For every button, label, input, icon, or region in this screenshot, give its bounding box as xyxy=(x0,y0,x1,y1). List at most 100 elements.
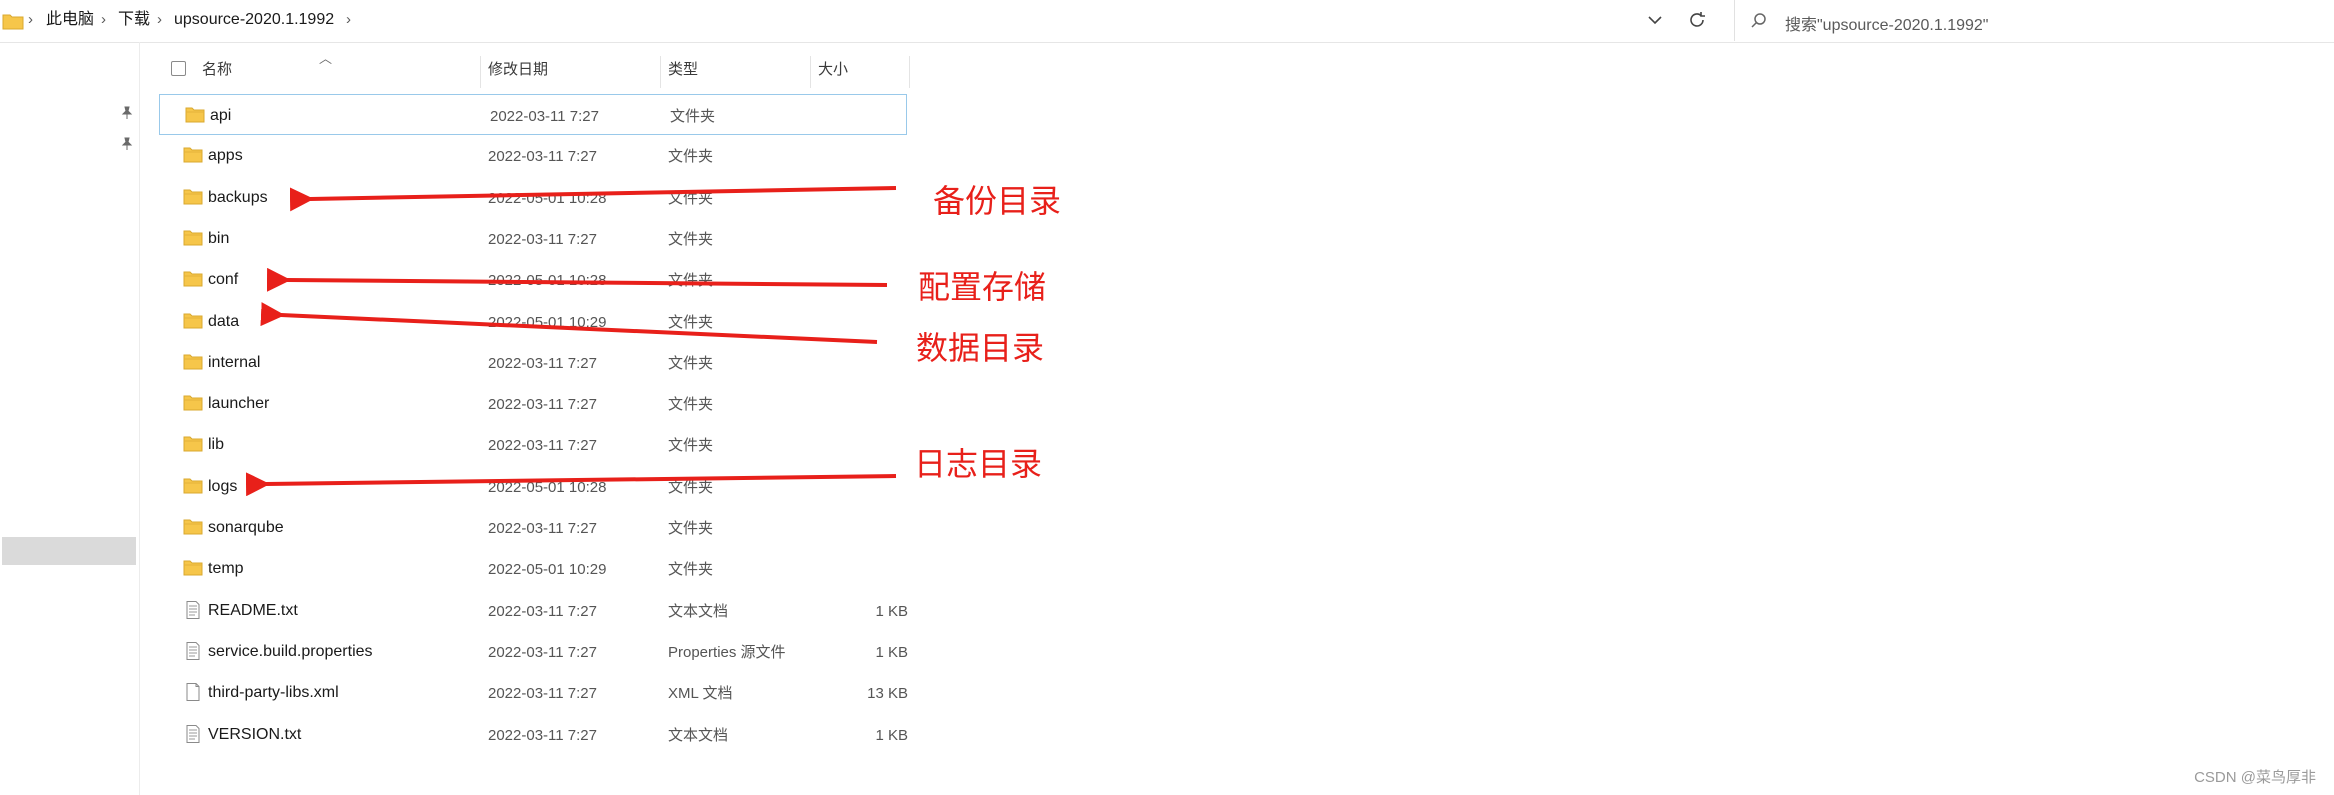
file-name[interactable]: sonarqube xyxy=(208,518,284,538)
folder-icon xyxy=(185,106,205,124)
folder-icon xyxy=(183,312,203,330)
file-modified-date: 2022-03-11 7:27 xyxy=(488,603,597,620)
file-name[interactable]: api xyxy=(210,106,231,126)
column-header-name[interactable]: 名称 xyxy=(202,50,232,90)
folder-icon xyxy=(183,435,203,453)
file-name[interactable]: apps xyxy=(208,146,243,166)
file-type: 文件夹 xyxy=(668,190,714,207)
breadcrumb-chevron-icon[interactable]: › xyxy=(28,11,33,29)
search-input[interactable]: 搜索"upsource-2020.1.1992" xyxy=(1734,0,2334,41)
column-divider[interactable] xyxy=(810,56,811,88)
annotation-label-backups: 备份目录 xyxy=(933,182,1062,220)
folder-icon xyxy=(183,146,203,164)
folder-icon xyxy=(183,188,203,206)
file-row-data[interactable]: data 2022-05-01 10:29 文件夹 xyxy=(158,301,910,342)
file-type: 文件夹 xyxy=(668,520,714,537)
file-modified-date: 2022-03-11 7:27 xyxy=(488,355,597,372)
file-row-conf[interactable]: conf 2022-05-01 10:28 文件夹 xyxy=(158,259,910,300)
column-divider[interactable] xyxy=(660,56,661,88)
file-modified-date: 2022-03-11 7:27 xyxy=(488,644,597,661)
file-modified-date: 2022-03-11 7:27 xyxy=(488,520,597,537)
file-name[interactable]: service.build.properties xyxy=(208,642,373,662)
file-name[interactable]: VERSION.txt xyxy=(208,725,301,745)
file-type: 文本文档 xyxy=(668,727,729,744)
column-header-type[interactable]: 类型 xyxy=(668,50,698,90)
address-bar[interactable]: › 此电脑 › 下载 › upsource-2020.1.1992 › xyxy=(0,0,1718,41)
file-type: 文件夹 xyxy=(668,314,714,331)
file-modified-date: 2022-03-11 7:27 xyxy=(488,231,597,248)
file-modified-date: 2022-05-01 10:29 xyxy=(488,314,607,331)
file-name[interactable]: internal xyxy=(208,353,260,373)
file-row-version-txt[interactable]: VERSION.txt 2022-03-11 7:27 文本文档 1 KB xyxy=(158,714,910,755)
file-row-lib[interactable]: lib 2022-03-11 7:27 文件夹 xyxy=(158,424,910,465)
file-row-logs[interactable]: logs 2022-05-01 10:28 文件夹 xyxy=(158,466,910,507)
file-name[interactable]: conf xyxy=(208,270,238,290)
file-size: 1 KB xyxy=(875,727,908,744)
breadcrumb-chevron-icon[interactable]: › xyxy=(346,11,351,29)
file-row-backups[interactable]: backups 2022-05-01 10:28 文件夹 xyxy=(158,177,910,218)
file-name[interactable]: README.txt xyxy=(208,601,298,621)
file-name[interactable]: logs xyxy=(208,477,237,497)
file-row-bin[interactable]: bin 2022-03-11 7:27 文件夹 xyxy=(158,218,910,259)
file-name[interactable]: data xyxy=(208,312,239,332)
search-icon xyxy=(1749,11,1769,31)
file-modified-date: 2022-05-01 10:28 xyxy=(488,272,607,289)
file-row-readme-txt[interactable]: README.txt 2022-03-11 7:27 文本文档 1 KB xyxy=(158,590,910,631)
column-header-size[interactable]: 大小 xyxy=(818,50,848,90)
file-name[interactable]: third-party-libs.xml xyxy=(208,683,339,703)
breadcrumb-chevron-icon[interactable]: › xyxy=(157,11,162,29)
folder-icon xyxy=(183,270,203,288)
pin-icon[interactable] xyxy=(120,137,134,151)
text-file-icon xyxy=(183,725,203,743)
blank-file-icon xyxy=(183,683,203,701)
file-row-internal[interactable]: internal 2022-03-11 7:27 文件夹 xyxy=(158,342,910,383)
navigation-pane[interactable] xyxy=(0,42,140,795)
file-modified-date: 2022-03-11 7:27 xyxy=(488,727,597,744)
file-name[interactable]: backups xyxy=(208,188,268,208)
folder-icon xyxy=(183,229,203,247)
file-row-launcher[interactable]: launcher 2022-03-11 7:27 文件夹 xyxy=(158,383,910,424)
top-bar: › 此电脑 › 下载 › upsource-2020.1.1992 › 搜索"u… xyxy=(0,0,2334,43)
file-row-api[interactable]: api 2022-03-11 7:27 文件夹 xyxy=(159,94,907,135)
annotation-label-logs: 日志目录 xyxy=(914,445,1043,483)
breadcrumb-this-pc[interactable]: 此电脑 xyxy=(46,10,94,30)
file-row-third-party-libs-xml[interactable]: third-party-libs.xml 2022-03-11 7:27 XML 文… xyxy=(158,672,910,713)
column-divider[interactable] xyxy=(480,56,481,88)
file-type: 文件夹 xyxy=(668,437,714,454)
file-type: 文件夹 xyxy=(668,231,714,248)
file-name[interactable]: lib xyxy=(208,435,224,455)
refresh-icon[interactable] xyxy=(1686,9,1708,31)
file-row-sonarqube[interactable]: sonarqube 2022-03-11 7:27 文件夹 xyxy=(158,507,910,548)
breadcrumb-current-folder[interactable]: upsource-2020.1.1992 xyxy=(174,10,334,30)
file-name[interactable]: launcher xyxy=(208,394,269,414)
nav-selected-item[interactable] xyxy=(2,537,136,565)
file-name[interactable]: temp xyxy=(208,559,244,579)
breadcrumb-downloads[interactable]: 下载 xyxy=(118,10,150,30)
file-size: 13 KB xyxy=(867,685,908,702)
breadcrumb-chevron-icon[interactable]: › xyxy=(101,11,106,29)
chevron-down-icon[interactable] xyxy=(1645,10,1665,30)
folder-icon xyxy=(183,559,203,577)
column-header-modified[interactable]: 修改日期 xyxy=(488,50,548,90)
file-modified-date: 2022-05-01 10:28 xyxy=(488,190,607,207)
file-row-service-build-properties[interactable]: service.build.properties 2022-03-11 7:27 P… xyxy=(158,631,910,672)
file-type: XML 文档 xyxy=(668,685,733,702)
file-modified-date: 2022-03-11 7:27 xyxy=(488,148,597,165)
file-size: 1 KB xyxy=(875,644,908,661)
folder-icon xyxy=(183,518,203,536)
file-type: Properties 源文件 xyxy=(668,644,786,661)
file-type: 文件夹 xyxy=(668,355,714,372)
file-modified-date: 2022-03-11 7:27 xyxy=(488,685,597,702)
file-modified-date: 2022-03-11 7:27 xyxy=(488,437,597,454)
file-row-apps[interactable]: apps 2022-03-11 7:27 文件夹 xyxy=(158,135,910,176)
file-type: 文件夹 xyxy=(668,561,714,578)
file-name[interactable]: bin xyxy=(208,229,229,249)
folder-icon xyxy=(183,394,203,412)
column-divider[interactable] xyxy=(909,56,910,88)
annotation-label-data: 数据目录 xyxy=(916,329,1045,367)
pin-icon[interactable] xyxy=(120,106,134,120)
file-modified-date: 2022-05-01 10:29 xyxy=(488,561,607,578)
file-modified-date: 2022-05-01 10:28 xyxy=(488,479,607,496)
file-type: 文件夹 xyxy=(668,396,714,413)
file-row-temp[interactable]: temp 2022-05-01 10:29 文件夹 xyxy=(158,548,910,589)
